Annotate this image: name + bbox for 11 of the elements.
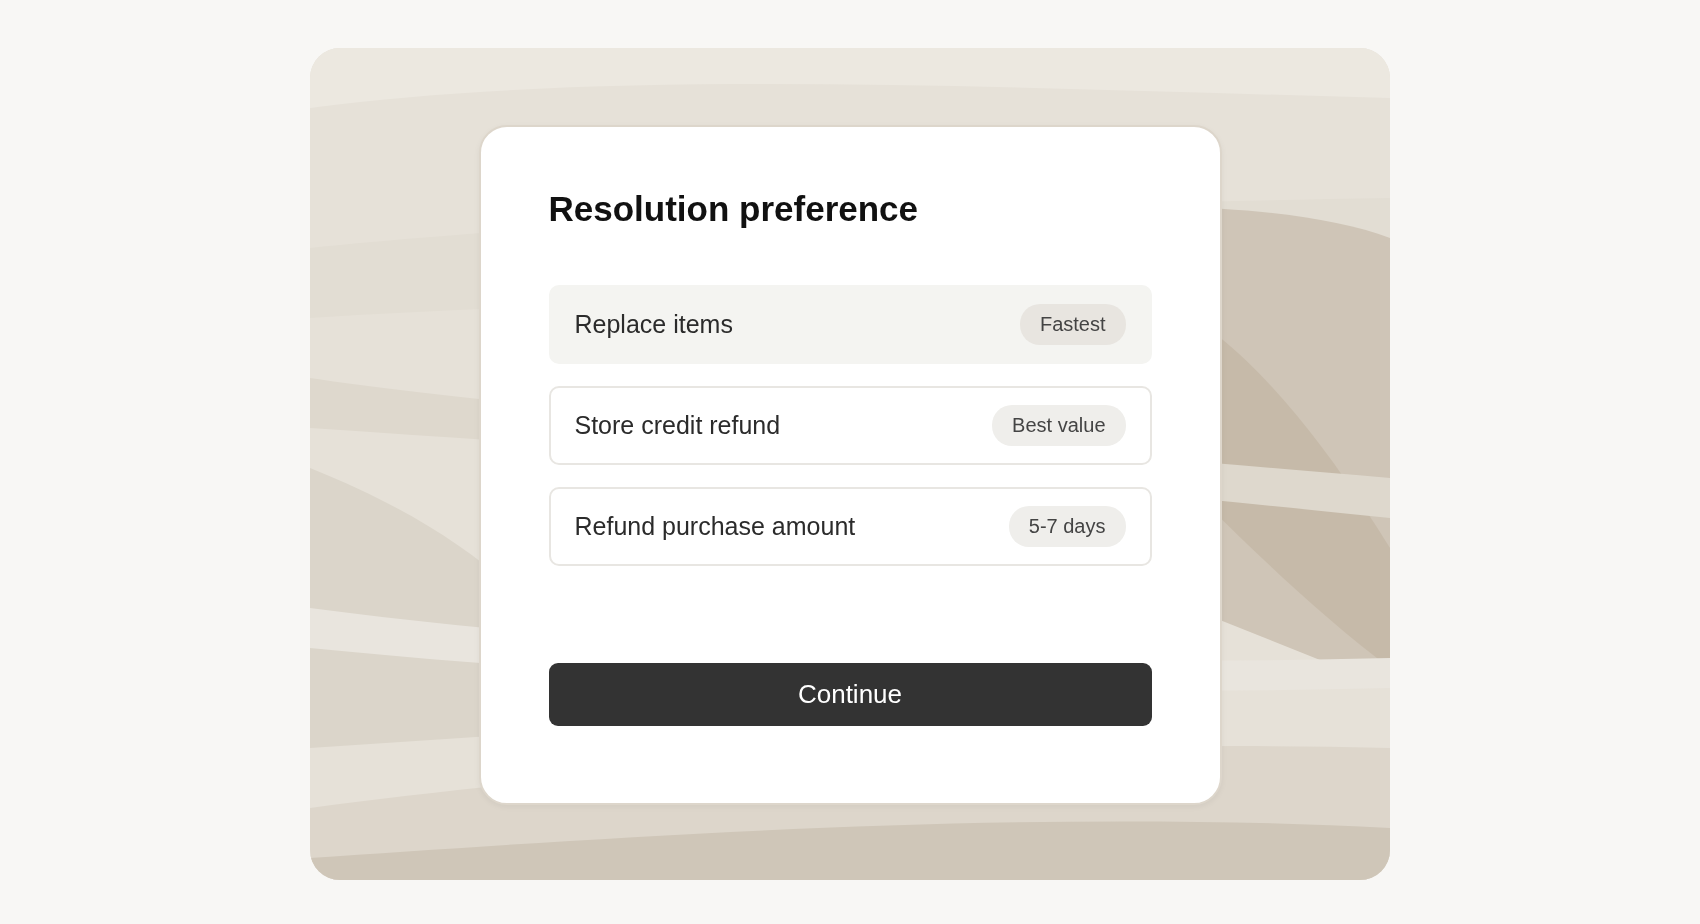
option-label: Replace items xyxy=(574,310,733,339)
option-item[interactable]: Store credit refund Best value xyxy=(548,386,1152,465)
option-label: Store credit refund xyxy=(574,411,781,440)
option-tag: Fastest xyxy=(1019,304,1126,345)
option-label: Refund purchase amount xyxy=(574,512,856,541)
continue-button[interactable]: Continue xyxy=(548,663,1152,726)
option-item[interactable]: Refund purchase amount 5-7 days xyxy=(548,487,1152,566)
option-tag: Best value xyxy=(992,405,1126,446)
dialog-title: Resolution preference xyxy=(548,189,920,229)
option-item[interactable]: Replace items Fastest xyxy=(548,285,1152,364)
option-tag: 5-7 days xyxy=(1008,506,1126,547)
